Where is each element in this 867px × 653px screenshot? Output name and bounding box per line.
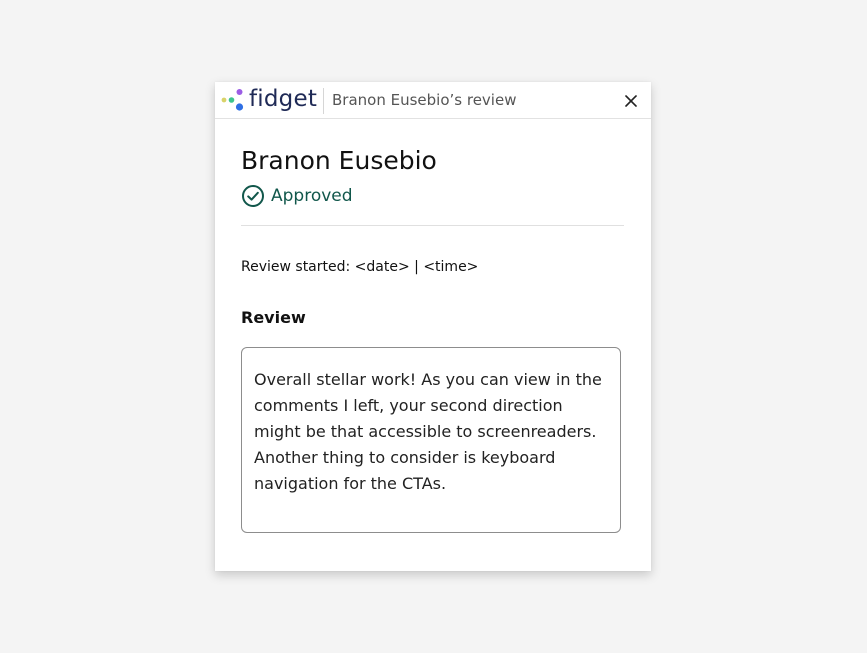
close-icon: [625, 95, 637, 107]
status-label: Approved: [271, 186, 353, 206]
section-divider: [241, 225, 624, 226]
logo-wordmark: fidget: [249, 86, 318, 112]
fidget-logo-icon: [221, 89, 244, 111]
review-text-area[interactable]: Overall stellar work! As you can view in…: [241, 347, 621, 533]
check-circle-icon: [242, 185, 264, 207]
panel-header: fidget Branon Eusebio’s review: [215, 82, 651, 119]
review-panel: fidget Branon Eusebio’s review Branon Eu…: [215, 82, 651, 571]
review-started-text: Review started: <date> | <time>: [241, 259, 479, 275]
reviewer-name: Branon Eusebio: [241, 146, 437, 175]
header-divider: [323, 88, 324, 114]
close-button[interactable]: [620, 90, 642, 112]
panel-title: Branon Eusebio’s review: [332, 91, 517, 109]
review-heading: Review: [241, 308, 306, 327]
